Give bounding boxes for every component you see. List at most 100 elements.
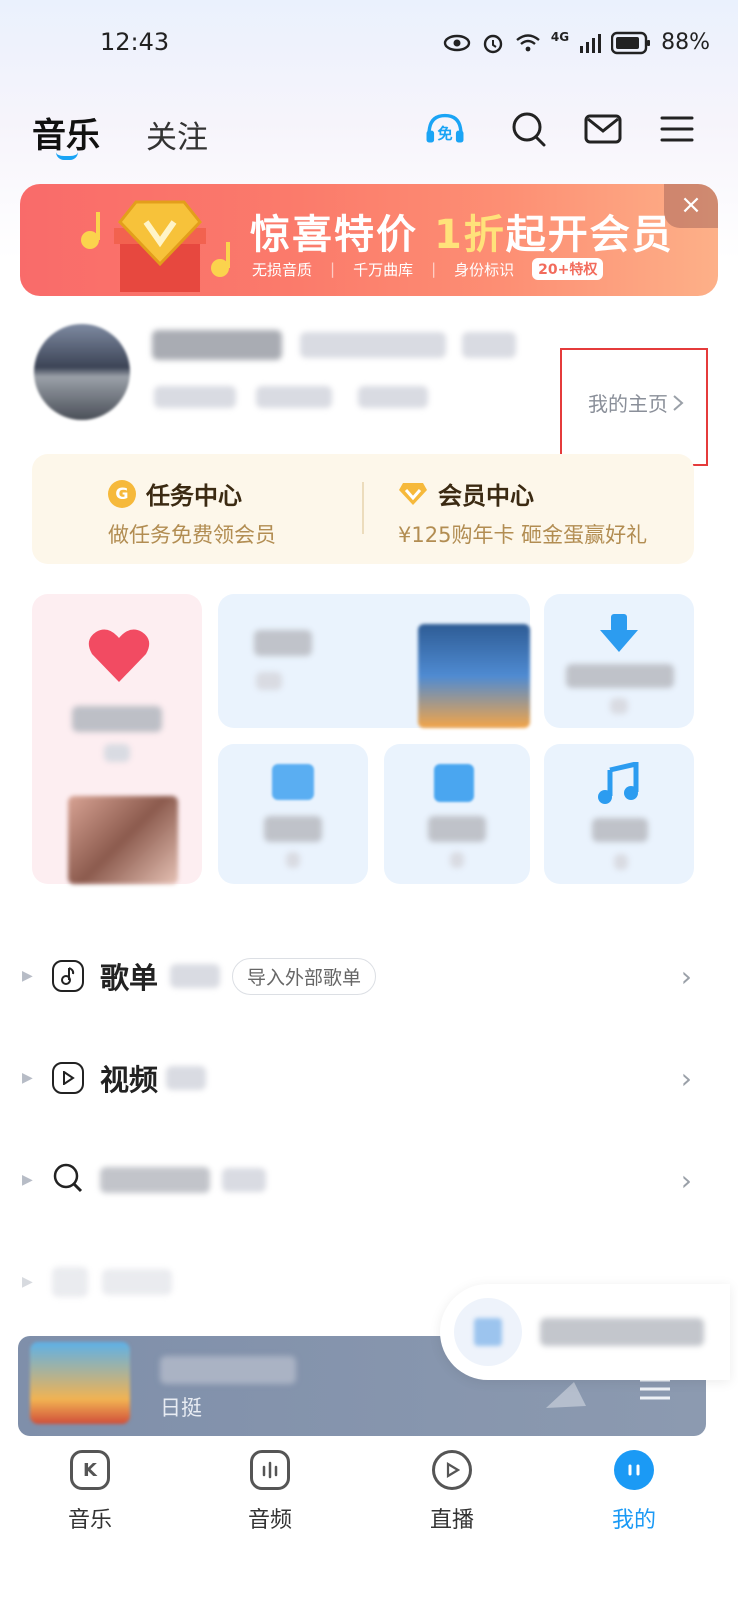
chevron-right-icon: › (680, 1163, 692, 1197)
recent-cover (418, 624, 530, 728)
download-label-blurred (566, 664, 674, 688)
chevron-right-icon: › (680, 959, 692, 993)
highlight-frame (560, 348, 708, 466)
mine-icon (614, 1450, 654, 1490)
card-divider (362, 482, 364, 534)
favorites-tile[interactable] (32, 594, 202, 884)
cloud-disk-tile[interactable] (384, 744, 530, 884)
status-time: 12:43 (100, 28, 170, 56)
cloud-count-blurred (450, 852, 464, 868)
music-space-count-blurred (614, 854, 628, 870)
purchased-icon (272, 764, 314, 800)
privilege-badge: 20+特权 (532, 258, 604, 280)
member-center-entry[interactable]: 会员中心 ¥125购年卡 砸金蛋赢好礼 (398, 476, 647, 549)
recent-count-blurred (256, 672, 282, 690)
eye-icon (443, 34, 471, 51)
podcast-label-blurred (100, 1167, 210, 1193)
favorites-label-blurred (72, 706, 162, 732)
task-center-entry[interactable]: G 任务中心 做任务免费领会员 (108, 476, 276, 549)
vip-promo-banner[interactable]: 惊喜特价 1折起开会员 无损音质 | 千万曲库 | 身份标识 20+特权 × (20, 184, 718, 296)
expand-triangle-icon: ▶ (22, 1172, 33, 1188)
playlist-row[interactable]: ▶ 歌单 导入外部歌单 › (22, 946, 702, 1006)
search-icon[interactable] (508, 108, 550, 150)
favorites-count-blurred (104, 744, 130, 762)
comment-bubble-icon[interactable] (544, 1376, 588, 1410)
lossless-feature: 无损音质 (252, 260, 313, 279)
nav-audio[interactable]: 音频 (210, 1450, 330, 1534)
stat-listen-blurred (358, 386, 428, 408)
cloud-label-blurred (428, 816, 486, 842)
player-cover[interactable] (30, 1342, 130, 1424)
video-row[interactable]: ▶ 视频 › (22, 1048, 702, 1108)
alarm-icon (483, 34, 503, 53)
stat-follows-blurred (154, 386, 236, 408)
purchased-count-blurred (286, 852, 300, 868)
banner-features: 无损音质 | 千万曲库 | 身份标识 20+特权 (252, 258, 604, 280)
floating-notice[interactable] (440, 1284, 730, 1380)
wifi-icon (516, 33, 540, 51)
purchased-tile[interactable] (218, 744, 368, 884)
podcast-row[interactable]: ▶ › (22, 1150, 702, 1210)
username-blurred (152, 330, 282, 360)
tab-active-indicator (56, 152, 78, 160)
battery-percent: 88% (661, 30, 710, 55)
signal-icon (580, 33, 602, 53)
nav-music-icon: K (70, 1450, 110, 1490)
gift-box-icon (81, 200, 230, 292)
import-playlist-button[interactable]: 导入外部歌单 (232, 957, 377, 995)
avatar[interactable] (34, 324, 130, 420)
live-icon (432, 1450, 472, 1490)
banner-title: 惊喜特价 1折起开会员 (250, 212, 674, 258)
expand-triangle-icon: ▶ (22, 968, 33, 984)
music-space-tile[interactable] (544, 744, 694, 884)
podcast-count-blurred (222, 1168, 266, 1192)
audio-icon (250, 1450, 290, 1490)
stat-fans-blurred (256, 386, 332, 408)
video-label: 视频 (100, 1063, 159, 1097)
download-icon (600, 614, 638, 652)
free-listen-icon[interactable]: 免 (424, 108, 466, 150)
svg-text:免: 免 (437, 125, 452, 143)
download-count-blurred (610, 698, 628, 714)
favorites-cover (68, 796, 178, 884)
video-icon (52, 1062, 84, 1094)
tab-follow[interactable]: 关注 (146, 112, 208, 157)
diamond-icon (399, 482, 427, 505)
playlist-icon (52, 960, 84, 992)
more-row-icon-blurred (52, 1267, 88, 1297)
purchased-label-blurred (264, 816, 322, 842)
notice-text-blurred (540, 1318, 704, 1346)
song-title-blurred (160, 1356, 296, 1384)
playlist-label: 歌单 (100, 961, 159, 995)
cloud-disk-icon (434, 764, 474, 802)
menu-icon[interactable] (656, 108, 698, 150)
network-label: 4G (550, 29, 570, 44)
recent-label-blurred (254, 630, 312, 656)
mail-icon[interactable] (582, 108, 624, 150)
local-download-tile[interactable] (544, 594, 694, 728)
expand-triangle-icon: ▶ (22, 1274, 33, 1290)
identity-feature: 身份标识 (454, 260, 515, 279)
video-count-blurred (166, 1066, 207, 1090)
music-space-label-blurred (592, 818, 648, 842)
player-artist: 日挺 (160, 1396, 202, 1420)
nav-mine[interactable]: 我的 (574, 1450, 694, 1534)
expand-triangle-icon: ▶ (22, 1070, 33, 1086)
more-row-label-blurred (102, 1269, 172, 1295)
status-icons: 4G 88% (443, 30, 710, 55)
user-level-blurred (462, 332, 516, 358)
tab-music[interactable]: 音乐 (32, 108, 100, 157)
chevron-right-icon: › (680, 1061, 692, 1095)
music-note-icon (598, 762, 639, 804)
notice-avatar (454, 1298, 522, 1366)
nav-music[interactable]: K 音乐 (30, 1450, 150, 1534)
heart-icon (88, 629, 150, 682)
nav-live[interactable]: 直播 (392, 1450, 512, 1534)
podcast-icon (52, 1162, 84, 1198)
user-id-blurred (300, 332, 446, 358)
banner-close-button[interactable]: × (664, 184, 718, 228)
recent-play-tile[interactable] (218, 594, 530, 728)
battery-icon (611, 31, 651, 54)
library-feature: 千万曲库 (353, 260, 414, 279)
coin-icon: G (108, 479, 136, 508)
